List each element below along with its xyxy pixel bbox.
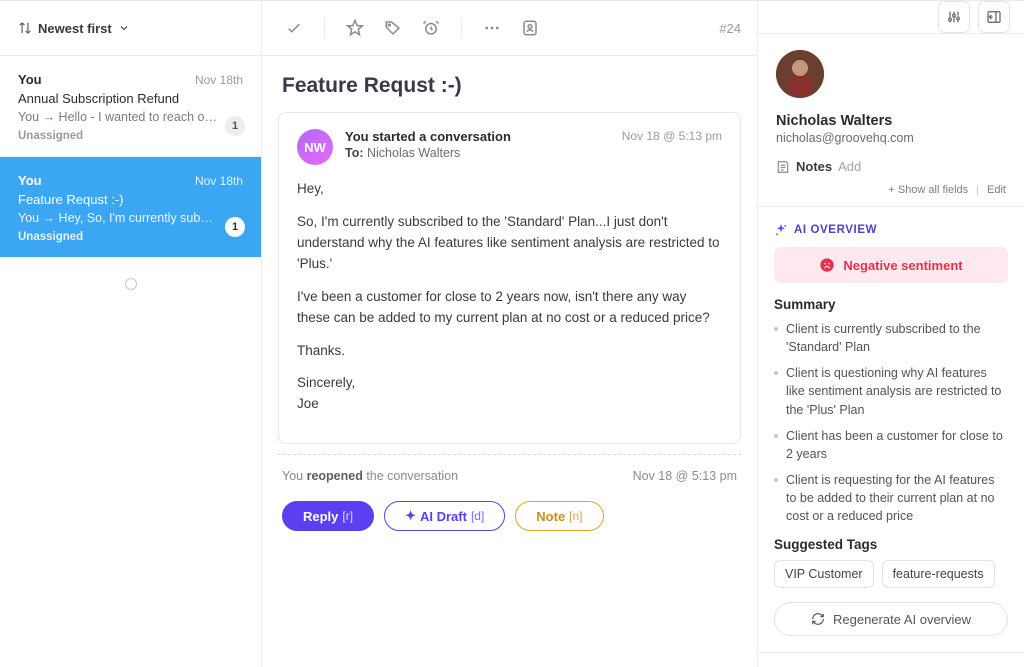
ticket-toolbar: #24 [262,1,757,56]
customer-profile: Nicholas Walters nicholas@groovehq.com N… [758,34,1024,207]
ticket-title: Feature Requst :-) [282,74,737,98]
conversation-subject: Feature Requst :-) [18,192,243,207]
recent-conversations: RECENT CONVERSATIONS Unassigned · Nov 18… [758,653,1024,667]
conversation-count-badge: 1 [225,116,245,136]
more-icon [483,19,501,37]
summary-item: Client is currently subscribed to the 'S… [774,320,1008,356]
conversation-snippet: You → Hey, So, I'm currently subscri... [18,211,218,225]
summary-header: Summary [774,297,1008,312]
conversation-date: Nov 18th [195,174,243,188]
conversation-item[interactable]: You Nov 18th Annual Subscription Refund … [0,56,261,157]
reply-actions: Reply[r] ✦AI Draft[d] Note[n] [278,501,741,531]
conversation-list-panel: Newest first You Nov 18th Annual Subscri… [0,1,262,667]
customer-name: Nicholas Walters [776,113,1006,129]
snooze-button[interactable] [415,12,447,44]
conversation-from: You [18,173,42,188]
sentiment-badge: Negative sentiment [774,247,1008,283]
sort-icon [18,21,32,35]
regenerate-button[interactable]: Regenerate AI overview [774,602,1008,636]
show-all-fields-link[interactable]: + Show all fields [888,184,968,196]
sender-avatar: NW [297,129,333,165]
summary-list: Client is currently subscribed to the 'S… [774,320,1008,525]
suggested-tags-header: Suggested Tags [774,537,1008,552]
suggested-tag[interactable]: feature-requests [882,560,995,588]
scroll-indicator [0,258,261,290]
ticket-number: #24 [719,21,741,36]
refresh-icon [811,612,825,626]
checkmark-button[interactable] [278,12,310,44]
ai-overview-panel: AI OVERVIEW Negative sentiment Summary C… [758,207,1024,653]
details-toolbar [758,1,1024,34]
star-button[interactable] [339,12,371,44]
summary-item: Client has been a customer for close to … [774,427,1008,463]
alarm-icon [422,19,440,37]
chevron-down-icon [118,22,130,34]
summary-item: Client is requesting for the AI features… [774,471,1008,525]
notes-label: Notes [796,159,832,174]
customer-email: nicholas@groovehq.com [776,131,1006,145]
note-button[interactable]: Note[n] [515,501,603,531]
tag-button[interactable] [377,12,409,44]
details-panel: Nicholas Walters nicholas@groovehq.com N… [758,1,1024,667]
star-icon [346,19,364,37]
sad-face-icon [819,257,835,273]
conversation-count-badge: 1 [225,217,245,237]
conversation-status: Unassigned [18,231,243,243]
app-root: Newest first You Nov 18th Annual Subscri… [0,0,1024,667]
check-icon [285,19,303,37]
sort-label: Newest first [38,21,112,36]
notes-add-link[interactable]: Add [838,159,861,174]
conversation-from: You [18,72,42,87]
conversation-snippet: You → Hello - I wanted to reach out ... [18,110,218,124]
tag-icon [384,19,402,37]
ai-overview-header: AI OVERVIEW [774,219,1008,247]
conversation-item-active[interactable]: You Nov 18th Feature Requst :-) You → He… [0,157,261,258]
reopen-timestamp: Nov 18 @ 5:13 pm [633,469,737,483]
conversation-status: Unassigned [18,130,243,142]
summary-item: Client is questioning why AI features li… [774,364,1008,418]
ticket-panel: #24 Feature Requst :-) NW You started a … [262,1,758,667]
expand-button[interactable] [978,1,1010,33]
user-badge-icon [521,19,539,37]
message-started-text: You started a conversation [345,129,511,144]
edit-customer-link[interactable]: Edit [987,184,1006,196]
message-card: NW You started a conversation Nov 18 @ 5… [278,112,741,444]
reply-button[interactable]: Reply[r] [282,501,374,531]
message-body: Hey, So, I'm currently subscribed to the… [297,179,722,415]
sidebar-collapse-icon [986,9,1002,25]
message-timestamp: Nov 18 @ 5:13 pm [622,129,722,144]
conversation-subject: Annual Subscription Refund [18,91,243,106]
assign-button[interactable] [514,12,546,44]
notes-icon [776,160,790,174]
suggested-tag[interactable]: VIP Customer [774,560,874,588]
sparkle-icon [774,223,788,237]
settings-button[interactable] [938,1,970,33]
more-button[interactable] [476,12,508,44]
message-to: To: Nicholas Walters [345,146,722,160]
sort-bar[interactable]: Newest first [0,1,261,56]
customer-photo[interactable] [776,50,824,98]
reopen-event: You reopened the conversation Nov 18 @ 5… [278,454,741,483]
sliders-icon [946,9,962,25]
ai-draft-button[interactable]: ✦AI Draft[d] [384,501,505,531]
conversation-date: Nov 18th [195,73,243,87]
